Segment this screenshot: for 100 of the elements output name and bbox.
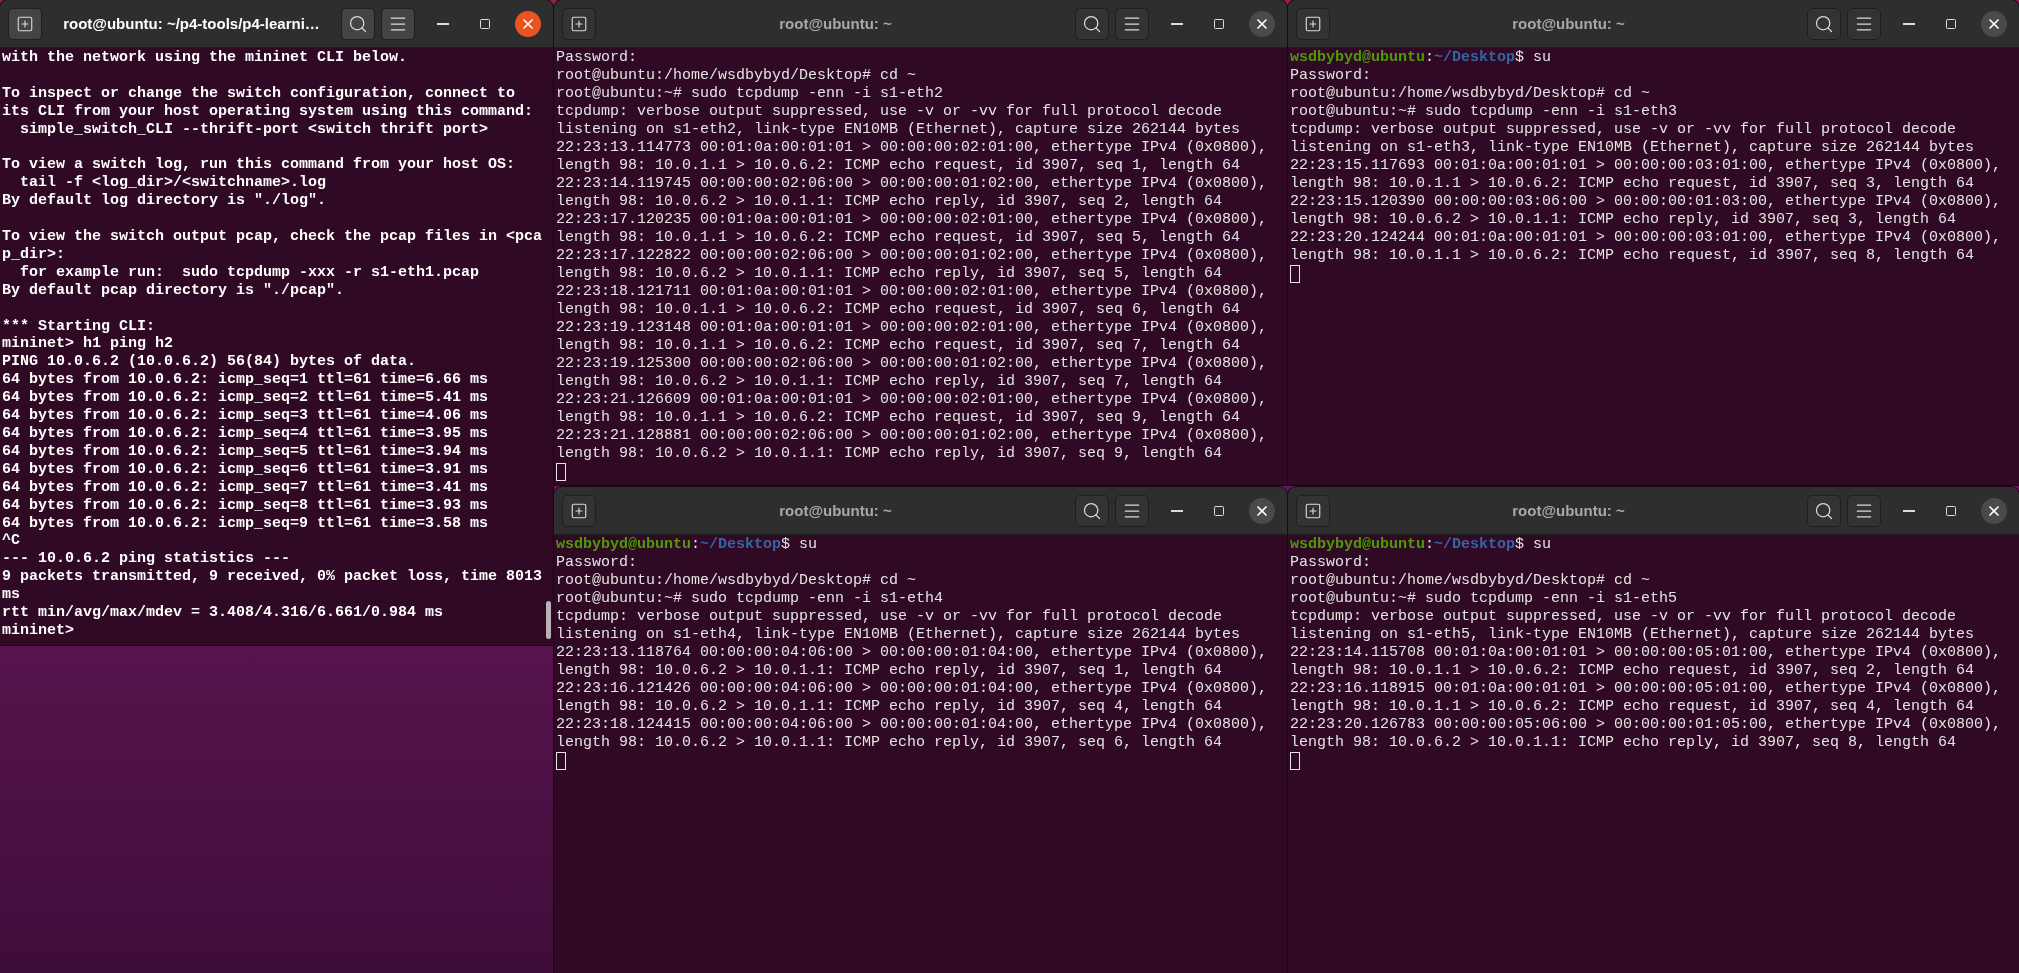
terminal-line: Password: bbox=[1290, 67, 1371, 85]
terminal-line: mininet> bbox=[2, 621, 74, 640]
new-tab-button[interactable] bbox=[562, 494, 596, 527]
terminal-line: wsdbybyd@ubuntu:~/Desktop$ su bbox=[1290, 49, 1552, 67]
square-plus-icon bbox=[1304, 14, 1322, 33]
menu-button[interactable] bbox=[1847, 7, 1881, 40]
scrollbar[interactable] bbox=[546, 601, 551, 639]
terminal-line: PING 10.0.6.2 (10.0.6.2) 56(84) bytes of data. bbox=[2, 353, 417, 372]
new-tab-button[interactable] bbox=[1296, 7, 1330, 40]
terminal-line: 64 bytes from 10.0.6.2: icmp_seq=5 ttl=61 time=3.94 ms bbox=[2, 442, 489, 461]
search-icon bbox=[348, 13, 368, 34]
menu-button[interactable] bbox=[1115, 494, 1149, 527]
terminal-line: 64 bytes from 10.0.6.2: icmp_seq=6 ttl=61 time=3.91 ms bbox=[2, 460, 489, 479]
terminal-line: 22:23:20.124244 00:01:0a:00:01:01 > 00:00:00:03:01:00, ethertype IPv4 (0x0800), bbox=[1290, 229, 2002, 247]
terminal-line: 64 bytes from 10.0.6.2: icmp_seq=4 ttl=61 time=3.95 ms bbox=[2, 424, 489, 443]
terminal-line: listening on s1-eth2, link-type EN10MB (Ethernet), capture size 262144 bytes bbox=[556, 121, 1241, 139]
terminal-line: ^C bbox=[2, 532, 20, 551]
minimize-icon bbox=[1903, 22, 1915, 25]
terminal-line: root@ubuntu:~# sudo tcpdump -enn -i s1-eth3 bbox=[1290, 103, 1678, 121]
terminal-line: *** Starting CLI: bbox=[2, 317, 156, 336]
terminal-line: 22:23:14.119745 00:00:00:02:06:00 > 00:00:00:01:02:00, ethertype IPv4 (0x0800), bbox=[556, 175, 1268, 193]
menu-button[interactable] bbox=[381, 7, 415, 40]
terminal-line: length 98: 10.0.1.1 > 10.0.6.2: ICMP echo request, id 3907, seq 4, length 64 bbox=[1290, 698, 1975, 716]
terminal-line: 64 bytes from 10.0.6.2: icmp_seq=7 ttl=61 time=3.41 ms bbox=[2, 478, 489, 497]
terminal-line: root@ubuntu:/home/wsdbybyd/Desktop# cd ~ bbox=[1290, 85, 1651, 103]
terminal-line: length 98: 10.0.1.1 > 10.0.6.2: ICMP echo request, id 3907, seq 7, length 64 bbox=[556, 337, 1241, 355]
terminal-line: Password: bbox=[556, 554, 637, 572]
close-button[interactable] bbox=[515, 10, 541, 37]
close-button[interactable] bbox=[1249, 10, 1275, 37]
terminal-line: 22:23:19.125300 00:00:00:02:06:00 > 00:00:00:01:02:00, ethertype IPv4 (0x0800), bbox=[556, 355, 1268, 373]
terminal-line: length 98: 10.0.6.2 > 10.0.1.1: ICMP echo reply, id 3907, seq 2, length 64 bbox=[556, 193, 1223, 211]
terminal-line: 22:23:21.128881 00:00:00:02:06:00 > 00:00:00:01:02:00, ethertype IPv4 (0x0800), bbox=[556, 427, 1268, 445]
search-button[interactable] bbox=[1075, 7, 1109, 40]
terminal-line: length 98: 10.0.1.1 > 10.0.6.2: ICMP echo request, id 3907, seq 1, length 64 bbox=[556, 157, 1241, 175]
terminal-line: wsdbybyd@ubuntu:~/Desktop$ su bbox=[556, 536, 818, 554]
terminal-line: 22:23:20.126783 00:00:00:05:06:00 > 00:00:00:01:05:00, ethertype IPv4 (0x0800), bbox=[1290, 716, 2002, 734]
terminal-line: 22:23:13.114773 00:01:0a:00:01:01 > 00:00:00:02:01:00, ethertype IPv4 (0x0800), bbox=[556, 139, 1268, 157]
new-tab-button[interactable] bbox=[8, 7, 42, 40]
window-title: root@ubuntu: ~ bbox=[1511, 502, 1626, 519]
maximize-icon bbox=[1945, 504, 1957, 517]
search-icon bbox=[1082, 500, 1102, 521]
maximize-icon bbox=[1213, 17, 1225, 30]
terminal-line: By default log directory is "./log". bbox=[2, 192, 327, 211]
terminal-line: 22:23:17.120235 00:01:0a:00:01:01 > 00:00:00:02:01:00, ethertype IPv4 (0x0800), bbox=[556, 211, 1268, 229]
maximize-icon bbox=[1945, 17, 1957, 30]
terminal-line: tcpdump: verbose output suppressed, use -v or -vv for full protocol decode bbox=[1290, 121, 1957, 139]
terminal-line: tail -f <log_dir>/<switchname>.log bbox=[19, 174, 327, 193]
terminal-line: Password: bbox=[556, 49, 637, 67]
terminal-line: 22:23:15.120390 00:00:00:03:06:00 > 00:00:00:01:03:00, ethertype IPv4 (0x0800), bbox=[1290, 193, 2002, 211]
terminal-line: 22:23:14.115708 00:01:0a:00:01:01 > 00:00:00:05:01:00, ethertype IPv4 (0x0800), bbox=[1290, 644, 2002, 662]
menu-button[interactable] bbox=[1847, 494, 1881, 527]
terminal-line: wsdbybyd@ubuntu:~/Desktop$ su bbox=[1290, 536, 1552, 554]
terminal-line: listening on s1-eth5, link-type EN10MB (Ethernet), capture size 262144 bytes bbox=[1290, 626, 1975, 644]
square-plus-icon bbox=[1304, 501, 1322, 520]
terminal-line: length 98: 10.0.6.2 > 10.0.1.1: ICMP echo reply, id 3907, seq 9, length 64 bbox=[556, 445, 1223, 463]
search-button[interactable] bbox=[1807, 494, 1841, 527]
terminal-line: length 98: 10.0.1.1 > 10.0.6.2: ICMP echo request, id 3907, seq 2, length 64 bbox=[1290, 662, 1975, 680]
terminal-line: Password: bbox=[1290, 554, 1371, 572]
terminal-line: length 98: 10.0.1.1 > 10.0.6.2: ICMP echo request, id 3907, seq 9, length 64 bbox=[556, 409, 1241, 427]
terminal-line: root@ubuntu:~# sudo tcpdump -enn -i s1-eth4 bbox=[556, 590, 944, 608]
terminal-line: 22:23:17.122822 00:00:00:02:06:00 > 00:00:00:01:02:00, ethertype IPv4 (0x0800), bbox=[556, 247, 1268, 265]
window-title: root@ubuntu: ~ bbox=[778, 502, 893, 519]
terminal-line: length 98: 10.0.6.2 > 10.0.1.1: ICMP echo reply, id 3907, seq 5, length 64 bbox=[556, 265, 1223, 283]
terminal-line: 9 packets transmitted, 9 received, 0% packet loss, time 8013 bbox=[2, 568, 543, 587]
minimize-icon bbox=[1171, 509, 1183, 512]
terminal-line: 64 bytes from 10.0.6.2: icmp_seq=2 ttl=61 time=5.41 ms bbox=[2, 389, 489, 408]
terminal-line: rtt min/avg/max/mdev = 3.408/4.316/6.661/0.984 ms bbox=[2, 604, 444, 622]
new-tab-button[interactable] bbox=[562, 7, 596, 40]
search-button[interactable] bbox=[1075, 494, 1109, 527]
terminal-line: tcpdump: verbose output suppressed, use -v or -vv for full protocol decode bbox=[556, 103, 1223, 121]
search-icon bbox=[1814, 13, 1834, 34]
square-plus-icon bbox=[16, 14, 34, 33]
terminal-line: 22:23:18.121711 00:01:0a:00:01:01 > 00:00:00:02:01:00, ethertype IPv4 (0x0800), bbox=[556, 283, 1268, 301]
maximize-icon bbox=[479, 17, 491, 30]
window-title: root@ubuntu: ~ bbox=[1511, 15, 1626, 32]
terminal-line: length 98: 10.0.6.2 > 10.0.1.1: ICMP echo reply, id 3907, seq 6, length 64 bbox=[556, 734, 1223, 752]
terminal-line: simple_switch_CLI --thrift-port <switch thrift port> bbox=[19, 120, 489, 139]
window-title: root@ubuntu: ~/p4-tools/p4-learni… bbox=[62, 15, 321, 32]
terminal-line: length 98: 10.0.6.2 > 10.0.1.1: ICMP echo reply, id 3907, seq 7, length 64 bbox=[556, 373, 1223, 391]
terminal-line: 64 bytes from 10.0.6.2: icmp_seq=1 ttl=61 time=6.66 ms bbox=[2, 371, 489, 390]
terminal-line: 22:23:18.124415 00:00:00:04:06:00 > 00:00:00:01:04:00, ethertype IPv4 (0x0800), bbox=[556, 716, 1268, 734]
terminal-line: 22:23:16.118915 00:01:0a:00:01:01 > 00:00:00:05:01:00, ethertype IPv4 (0x0800), bbox=[1290, 680, 2002, 698]
terminal-line: 22:23:13.118764 00:00:00:04:06:00 > 00:00:00:01:04:00, ethertype IPv4 (0x0800), bbox=[556, 644, 1268, 662]
close-button[interactable] bbox=[1981, 10, 2007, 37]
terminal-line: 22:23:15.117693 00:01:0a:00:01:01 > 00:00:00:03:01:00, ethertype IPv4 (0x0800), bbox=[1290, 157, 2002, 175]
terminal-line: p_dir>: bbox=[2, 245, 65, 264]
search-button[interactable] bbox=[341, 7, 375, 40]
close-button[interactable] bbox=[1981, 497, 2007, 524]
close-button[interactable] bbox=[1249, 497, 1275, 524]
terminal-line: ms bbox=[2, 586, 20, 605]
terminal-line: length 98: 10.0.6.2 > 10.0.1.1: ICMP echo reply, id 3907, seq 3, length 64 bbox=[1290, 211, 1957, 229]
menu-button[interactable] bbox=[1115, 7, 1149, 40]
terminal-line: 64 bytes from 10.0.6.2: icmp_seq=9 ttl=61 time=3.58 ms bbox=[2, 514, 489, 533]
new-tab-button[interactable] bbox=[1296, 494, 1330, 527]
terminal-line: its CLI from your host operating system using this command: bbox=[2, 102, 534, 121]
search-button[interactable] bbox=[1807, 7, 1841, 40]
terminal-line: length 98: 10.0.6.2 > 10.0.1.1: ICMP echo reply, id 3907, seq 1, length 64 bbox=[556, 662, 1223, 680]
minimize-icon bbox=[1171, 22, 1183, 25]
terminal-line: length 98: 10.0.6.2 > 10.0.1.1: ICMP echo reply, id 3907, seq 8, length 64 bbox=[1290, 734, 1957, 752]
terminal-line: length 98: 10.0.1.1 > 10.0.6.2: ICMP echo request, id 3907, seq 5, length 64 bbox=[556, 229, 1241, 247]
